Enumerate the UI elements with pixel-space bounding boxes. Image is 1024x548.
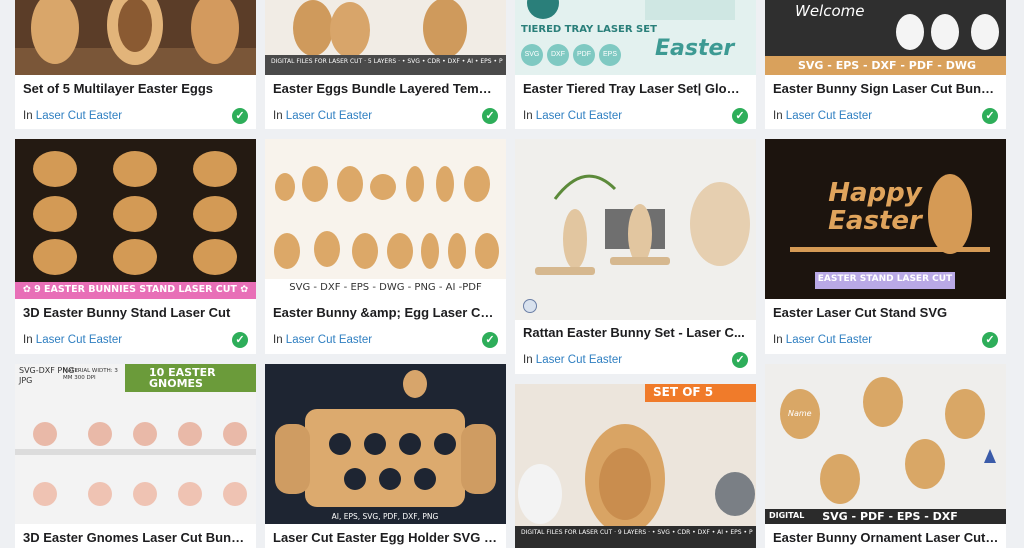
thumbnail-heading: TIERED TRAY LASER SET	[521, 24, 657, 35]
thumbnail-name-tag: Name	[788, 409, 812, 418]
product-card[interactable]: Set of 5 Multilayer Easter Eggs In Laser…	[15, 0, 256, 129]
product-category: In Laser Cut Easter	[773, 110, 873, 122]
product-thumbnail[interactable]: TIERED TRAY LASER SET SVG DXF PDF EPS Ea…	[515, 0, 756, 75]
category-link[interactable]: Laser Cut Easter	[786, 334, 872, 346]
thumbnail-caption: SVG - DXF - EPS - DWG - PNG - AI -PDF	[289, 282, 482, 293]
thumbnail-caption: DIGITAL FILES FOR LASER CUT · 9 LAYERS ·…	[521, 529, 753, 536]
product-thumbnail[interactable]: Happy Easter EASTER STAND LASER CUT	[765, 139, 1006, 299]
category-link[interactable]: Laser Cut Easter	[286, 110, 372, 122]
product-thumbnail[interactable]: AI, EPS, SVG, PDF, DXF, PNG	[265, 364, 506, 524]
product-category: In Laser Cut Easter	[523, 110, 623, 122]
verified-check-icon: ✓	[482, 332, 498, 348]
product-thumbnail[interactable]: DIGITAL FILES FOR LASER CUT · 5 LAYERS ·…	[265, 0, 506, 75]
product-card[interactable]: TIERED TRAY LASER SET SVG DXF PDF EPS Ea…	[515, 0, 756, 129]
product-thumbnail[interactable]: Welcome SVG - EPS - DXF - PDF - DWG	[765, 0, 1006, 75]
product-title[interactable]: Laser Cut Easter Egg Holder SVG T...	[273, 530, 499, 545]
product-card[interactable]: Name DIGITAL SVG - PDF - EPS - DXF Easte…	[765, 364, 1006, 548]
product-title[interactable]: Easter Bunny Sign Laser Cut Bundle	[773, 81, 999, 96]
seller-avatar[interactable]	[523, 299, 537, 313]
product-category: In Laser Cut Easter	[23, 334, 123, 346]
thumbnail-caption: DIGITAL FILES FOR LASER CUT · 5 LAYERS ·…	[271, 58, 503, 65]
thumbnail-script: Happy Easter	[828, 178, 922, 236]
verified-check-icon: ✓	[982, 332, 998, 348]
verified-check-icon: ✓	[482, 108, 498, 124]
thumbnail-badge: SET OF 5	[653, 385, 714, 399]
product-card[interactable]: DIGITAL FILES FOR LASER CUT · 5 LAYERS ·…	[265, 0, 506, 129]
verified-check-icon: ✓	[982, 108, 998, 124]
category-link[interactable]: Laser Cut Easter	[536, 354, 622, 366]
product-card[interactable]: SVG - DXF - EPS - DWG - PNG - AI -PDF Ea…	[265, 139, 506, 354]
thumbnail-digital: DIGITAL	[769, 511, 805, 520]
product-title[interactable]: 3D Easter Gnomes Laser Cut Bundle	[23, 530, 249, 545]
thumbnail-caption: AI, EPS, SVG, PDF, DXF, PNG	[331, 512, 439, 521]
product-card[interactable]: Rattan Easter Bunny Set - Laser C... In …	[515, 139, 756, 374]
product-title[interactable]: Easter Tiered Tray Laser Set| Glowf...	[523, 81, 749, 96]
product-category: In Laser Cut Easter	[273, 110, 373, 122]
product-card[interactable]: SVG-DXF PNG-JPG MATERIAL WIDTH: 3 MM 300…	[15, 364, 256, 548]
category-link[interactable]: Laser Cut Easter	[36, 334, 122, 346]
product-card[interactable]: Welcome SVG - EPS - DXF - PDF - DWG East…	[765, 0, 1006, 129]
thumbnail-heading: 10 EASTER GNOMES	[149, 366, 216, 390]
rattan-bunny-image	[515, 139, 756, 320]
earrings-image	[265, 139, 506, 299]
product-thumbnail[interactable]: SVG-DXF PNG-JPG MATERIAL WIDTH: 3 MM 300…	[15, 364, 256, 524]
product-thumbnail[interactable]: Name DIGITAL SVG - PDF - EPS - DXF	[765, 364, 1006, 524]
category-link[interactable]: Laser Cut Easter	[286, 334, 372, 346]
bunny-set-image	[515, 384, 756, 548]
product-grid: Set of 5 Multilayer Easter Eggs In Laser…	[0, 0, 1024, 548]
bunny-ornament-image	[765, 364, 1006, 524]
thumbnail-caption: ✿ 9 EASTER BUNNIES STAND LASER CUT ✿	[22, 284, 249, 295]
product-card[interactable]: ✿ 9 EASTER BUNNIES STAND LASER CUT ✿ 3D …	[15, 139, 256, 354]
product-category: In Laser Cut Easter	[273, 334, 373, 346]
product-category: In Laser Cut Easter	[23, 110, 123, 122]
category-link[interactable]: Laser Cut Easter	[536, 110, 622, 122]
thumbnail-caption: EASTER STAND LASER CUT	[817, 274, 953, 284]
egg-holder-image	[265, 364, 506, 524]
product-title[interactable]: 3D Easter Bunny Stand Laser Cut	[23, 305, 249, 320]
thumbnail-caption: SVG - EPS - DXF - PDF - DWG	[798, 59, 976, 72]
thumbnail-script: Welcome	[795, 2, 865, 20]
product-category: In Laser Cut Easter	[773, 334, 873, 346]
format-badge: EPS	[599, 44, 621, 66]
product-title[interactable]: Easter Bunny &amp; Egg Laser Cu...	[273, 305, 499, 320]
category-link[interactable]: Laser Cut Easter	[36, 110, 122, 122]
format-badge: DXF	[547, 44, 569, 66]
thumbnail-material: MATERIAL WIDTH: 3 MM 300 DPI	[63, 368, 118, 381]
product-title[interactable]: Easter Laser Cut Stand SVG	[773, 305, 999, 320]
product-title[interactable]: Rattan Easter Bunny Set - Laser C...	[523, 325, 749, 340]
verified-check-icon: ✓	[732, 108, 748, 124]
thumbnail-script: Easter	[655, 36, 735, 61]
product-card[interactable]: AI, EPS, SVG, PDF, DXF, PNG Laser Cut Ea…	[265, 364, 506, 548]
verified-check-icon: ✓	[232, 332, 248, 348]
product-thumbnail[interactable]: SVG - DXF - EPS - DWG - PNG - AI -PDF	[265, 139, 506, 299]
easter-eggs-image	[15, 0, 256, 75]
verified-check-icon: ✓	[732, 352, 748, 368]
product-thumbnail[interactable]	[15, 0, 256, 75]
verified-check-icon: ✓	[232, 108, 248, 124]
product-category: In Laser Cut Easter	[523, 354, 623, 366]
product-thumbnail[interactable]: SET OF 5 DIGITAL FILES FOR LASER CUT · 9…	[515, 384, 756, 548]
product-title[interactable]: Easter Eggs Bundle Layered Templ...	[273, 81, 499, 96]
product-thumbnail[interactable]	[515, 139, 756, 320]
thumbnail-caption: SVG - PDF - EPS - DXF	[822, 510, 958, 523]
product-card[interactable]: Happy Easter EASTER STAND LASER CUT East…	[765, 139, 1006, 354]
bunny-stands-image	[15, 139, 256, 299]
format-badge: PDF	[573, 44, 595, 66]
category-link[interactable]: Laser Cut Easter	[786, 110, 872, 122]
product-card[interactable]: SET OF 5 DIGITAL FILES FOR LASER CUT · 9…	[515, 384, 756, 548]
product-title[interactable]: Easter Bunny Ornament Laser Cut ...	[773, 530, 999, 545]
format-badge: SVG	[521, 44, 543, 66]
product-title[interactable]: Set of 5 Multilayer Easter Eggs	[23, 81, 249, 96]
format-badges: SVG DXF PDF EPS	[521, 44, 621, 66]
product-thumbnail[interactable]: ✿ 9 EASTER BUNNIES STAND LASER CUT ✿	[15, 139, 256, 299]
